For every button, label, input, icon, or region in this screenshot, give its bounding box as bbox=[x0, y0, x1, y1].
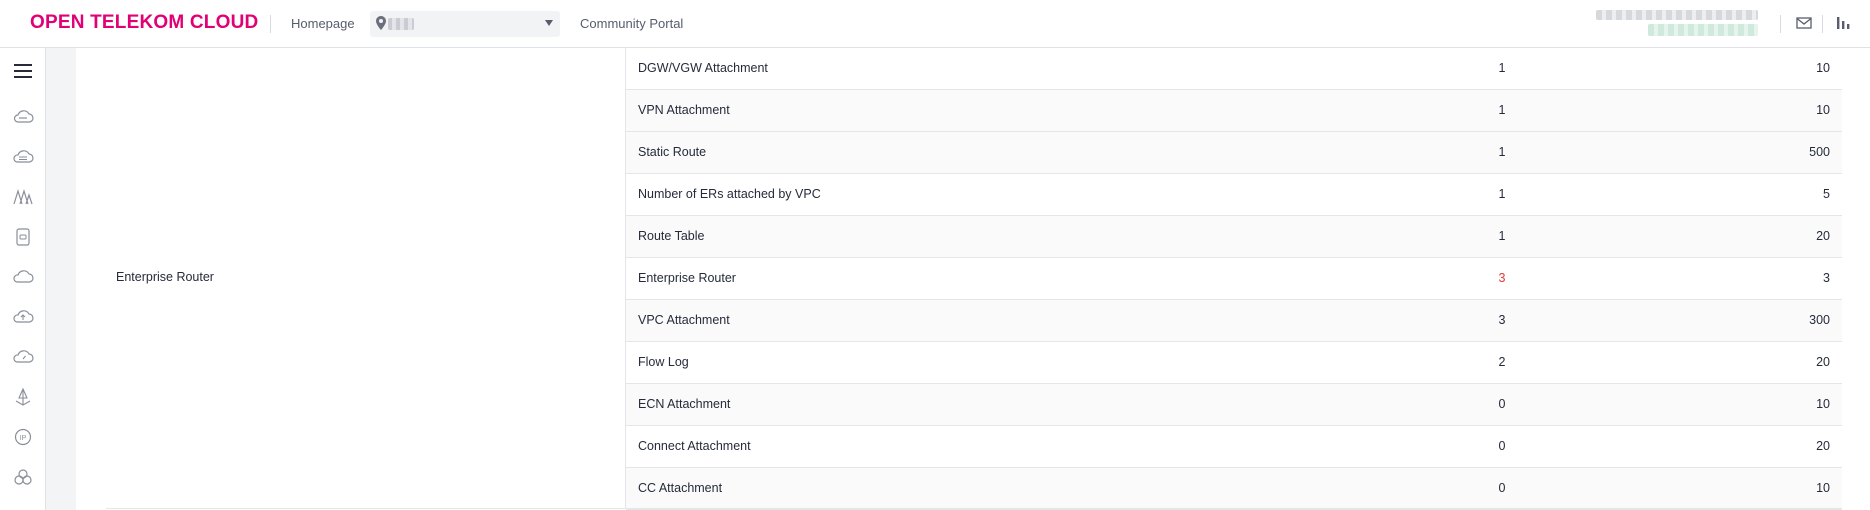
total-quota: 10 bbox=[1816, 61, 1830, 75]
bar-chart-icon[interactable] bbox=[1836, 15, 1852, 31]
total-quota: 500 bbox=[1809, 145, 1830, 159]
table-row: ECN Attachment 0 10 bbox=[626, 384, 1842, 426]
table-row: Connect Attachment 0 20 bbox=[626, 426, 1842, 468]
table-row: Number of ERs attached by VPC 1 5 bbox=[626, 174, 1842, 216]
content-gutter bbox=[46, 48, 76, 510]
top-bar: OPEN TELEKOM CLOUD Homepage Community Po… bbox=[0, 0, 1870, 48]
resource-name: VPC Attachment bbox=[638, 313, 730, 327]
used-quantity: 3 bbox=[1498, 313, 1506, 327]
network-cloud-icon[interactable] bbox=[12, 146, 34, 168]
service-group-label: Enterprise Router bbox=[116, 270, 214, 284]
chevron-down-icon bbox=[545, 20, 553, 26]
table-row: Flow Log 2 20 bbox=[626, 342, 1842, 384]
used-quantity: 2 bbox=[1498, 355, 1506, 369]
cluster-icon[interactable] bbox=[12, 466, 34, 488]
cloud-gauge-icon[interactable] bbox=[12, 346, 34, 368]
table-row: DGW/VGW Attachment 1 10 bbox=[626, 48, 1842, 90]
used-quantity: 1 bbox=[1498, 103, 1506, 117]
anchor-icon[interactable] bbox=[12, 386, 34, 408]
resource-name: ECN Attachment bbox=[638, 397, 731, 411]
cloud-upload-icon[interactable] bbox=[12, 306, 34, 328]
divider bbox=[1822, 15, 1823, 33]
region-selector[interactable] bbox=[370, 11, 560, 37]
account-id-redacted bbox=[1648, 24, 1758, 36]
page-scrollbar-track[interactable] bbox=[1846, 48, 1870, 510]
used-quantity: 1 bbox=[1498, 187, 1506, 201]
total-quota: 10 bbox=[1816, 481, 1830, 495]
divider bbox=[270, 15, 271, 33]
account-name-redacted[interactable] bbox=[1596, 10, 1758, 20]
mail-icon[interactable] bbox=[1796, 15, 1812, 31]
used-quantity: 0 bbox=[1498, 397, 1506, 411]
region-name-redacted bbox=[388, 18, 414, 30]
used-quantity: 1 bbox=[1498, 229, 1506, 243]
total-quota: 20 bbox=[1816, 439, 1830, 453]
community-portal-link[interactable]: Community Portal bbox=[580, 16, 683, 31]
table-bottom-border bbox=[106, 508, 1842, 509]
resource-name: Flow Log bbox=[638, 355, 689, 369]
resource-name: Connect Attachment bbox=[638, 439, 751, 453]
total-quota: 300 bbox=[1809, 313, 1830, 327]
homepage-link[interactable]: Homepage bbox=[291, 16, 355, 31]
quota-table: Enterprise Router DGW/VGW Attachment 1 1… bbox=[106, 48, 1842, 510]
used-quantity: 0 bbox=[1498, 481, 1506, 495]
table-row: Enterprise Router 3 3 bbox=[626, 258, 1842, 300]
total-quota: 10 bbox=[1816, 103, 1830, 117]
cloud-icon[interactable] bbox=[12, 266, 34, 288]
left-sidebar: IP bbox=[0, 48, 46, 510]
resource-name: VPN Attachment bbox=[638, 103, 730, 117]
table-row: Static Route 1 500 bbox=[626, 132, 1842, 174]
divider bbox=[1780, 15, 1781, 33]
table-row: VPN Attachment 1 10 bbox=[626, 90, 1842, 132]
location-pin-icon bbox=[376, 16, 386, 30]
total-quota: 10 bbox=[1816, 397, 1830, 411]
resource-name: Number of ERs attached by VPC bbox=[638, 187, 821, 201]
resource-name: Enterprise Router bbox=[638, 271, 736, 285]
service-group-cell: Enterprise Router bbox=[106, 48, 626, 508]
total-quota: 20 bbox=[1816, 229, 1830, 243]
svg-text:IP: IP bbox=[20, 435, 27, 442]
used-quantity: 0 bbox=[1498, 439, 1506, 453]
used-quantity: 1 bbox=[1498, 61, 1506, 75]
used-quantity: 1 bbox=[1498, 145, 1506, 159]
brand-logo[interactable]: OPEN TELEKOM CLOUD bbox=[30, 12, 258, 34]
resource-name: Static Route bbox=[638, 145, 707, 159]
ip-icon[interactable]: IP bbox=[12, 426, 34, 448]
resource-name: Route Table bbox=[638, 229, 705, 243]
resource-name: DGW/VGW Attachment bbox=[638, 61, 768, 75]
mountain-icon[interactable] bbox=[12, 186, 34, 208]
resource-name: CC Attachment bbox=[638, 481, 723, 495]
table-row: VPC Attachment 3 300 bbox=[626, 300, 1842, 342]
hamburger-menu-icon[interactable] bbox=[12, 60, 34, 82]
total-quota: 5 bbox=[1823, 187, 1830, 201]
used-quantity-exceeded: 3 bbox=[1498, 271, 1506, 285]
total-quota: 20 bbox=[1816, 355, 1830, 369]
cloud-server-icon[interactable] bbox=[12, 106, 34, 128]
total-quota: 3 bbox=[1823, 271, 1830, 285]
table-row: CC Attachment 0 10 bbox=[626, 468, 1842, 510]
database-icon[interactable] bbox=[12, 226, 34, 248]
table-row: Route Table 1 20 bbox=[626, 216, 1842, 258]
